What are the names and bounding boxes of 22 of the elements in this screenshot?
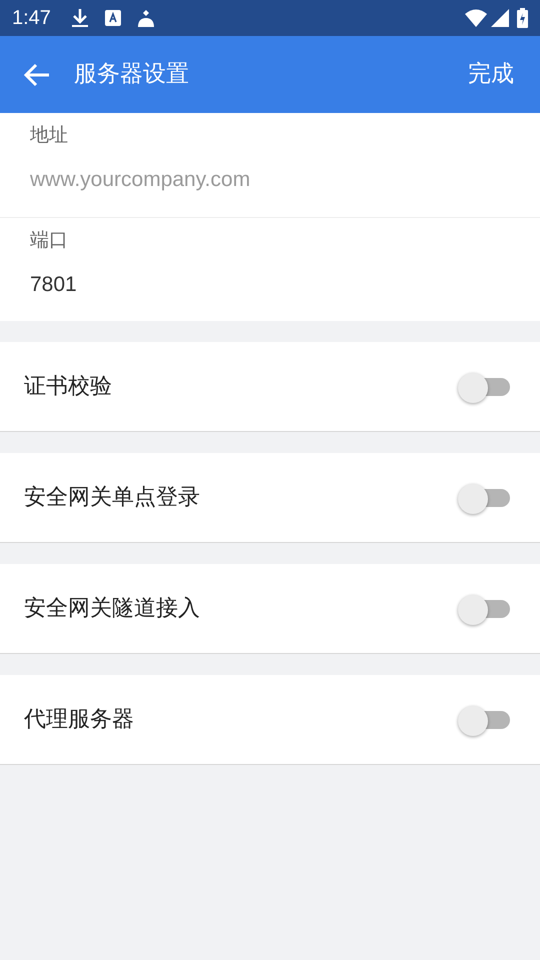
input-field[interactable]: 7801 (30, 268, 510, 300)
field-label: 地址 (30, 123, 69, 148)
setting-label: 代理服务器 (24, 706, 134, 734)
status-time: 1:47 (12, 6, 51, 31)
battery-icon (517, 8, 528, 28)
toggle-switch[interactable] (458, 372, 510, 400)
signal-icon (491, 9, 509, 27)
field-label: 端口 (30, 228, 69, 253)
page-title: 服务器设置 (74, 60, 189, 90)
download-icon (70, 7, 89, 29)
input-field[interactable]: www.yourcompany.com (30, 164, 510, 195)
done-button[interactable]: 完成 (468, 57, 514, 92)
back-icon[interactable] (24, 62, 50, 86)
font-icon (104, 10, 121, 26)
setting-label: 证书校验 (24, 373, 112, 401)
toggle-switch[interactable] (458, 484, 510, 512)
person-icon (136, 9, 155, 27)
toggle-switch[interactable] (458, 706, 510, 734)
toggle-switch[interactable] (458, 594, 510, 622)
setting-label: 安全网关单点登录 (24, 484, 200, 512)
setting-label: 安全网关隧道接入 (24, 595, 200, 623)
wifi-icon (465, 9, 487, 27)
